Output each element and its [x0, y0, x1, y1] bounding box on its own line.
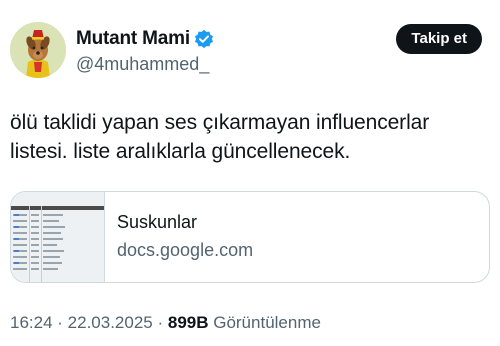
tweet-meta: 16:24 · 22.03.2025 · 899B Görüntülenme — [10, 313, 321, 333]
tweet-date[interactable]: 22.03.2025 — [68, 313, 153, 332]
avatar[interactable] — [10, 22, 66, 78]
meta-separator: · — [152, 313, 168, 332]
tweet-time[interactable]: 16:24 — [10, 313, 53, 332]
link-card[interactable]: Suskunlar docs.google.com — [10, 191, 490, 283]
card-domain: docs.google.com — [117, 240, 254, 260]
name-row: Mutant Mami — [76, 28, 214, 50]
user-handle[interactable]: @4muhammed_ — [76, 54, 209, 75]
card-title: Suskunlar — [117, 212, 198, 232]
tweet-text-line-2: listesi. liste aralıklarla güncellenecek… — [10, 140, 351, 163]
tweet-header: Mutant Mami @4muhammed_ Takip et — [10, 20, 482, 80]
meta-separator: · — [52, 313, 68, 332]
verified-badge-icon — [194, 29, 214, 49]
dog-avatar-image — [10, 22, 66, 78]
view-count: 899B — [167, 313, 209, 332]
view-label: Görüntülenme — [208, 313, 321, 332]
follow-button[interactable]: Takip et — [396, 24, 482, 54]
tweet-text-line-1: ölü taklidi yapan ses çıkarmayan influen… — [10, 111, 430, 134]
spreadsheet-thumbnail-image — [11, 192, 105, 282]
display-name[interactable]: Mutant Mami — [76, 28, 190, 50]
tweet-text: ölü taklidi yapan ses çıkarmayan influen… — [10, 108, 480, 166]
